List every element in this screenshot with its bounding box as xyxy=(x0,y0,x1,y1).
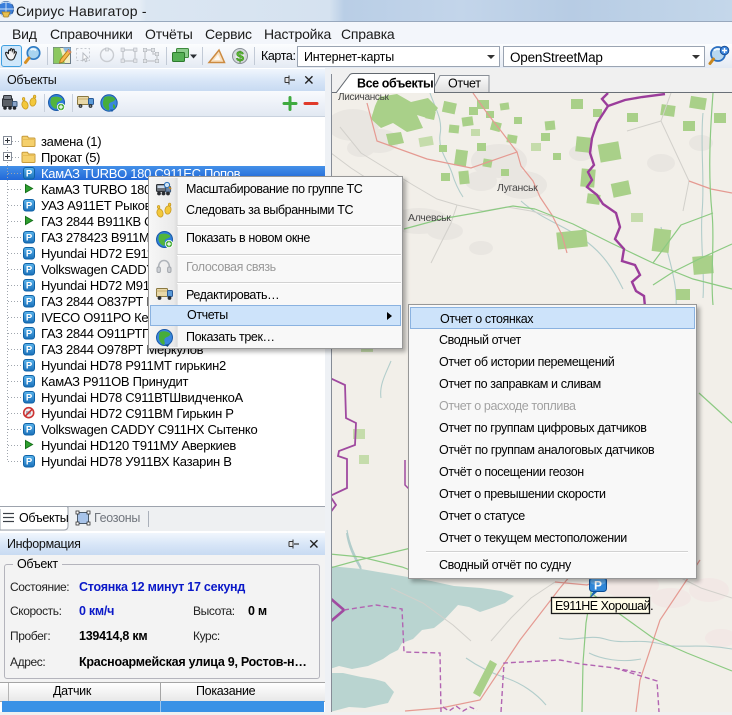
svg-text:Все объекты: Все объекты xyxy=(357,77,433,91)
svg-text:Алчевськ: Алчевськ xyxy=(408,212,451,224)
svg-text:Луганськ: Луганськ xyxy=(497,182,538,194)
svg-text:Лисичанськ: Лисичанськ xyxy=(338,93,390,103)
svg-text:$: $ xyxy=(236,48,244,64)
svg-text:Геозоны: Геозоны xyxy=(94,511,140,525)
svg-text:Е911НЕ Хорошай.: Е911НЕ Хорошай. xyxy=(555,599,653,613)
svg-text:P: P xyxy=(594,579,602,593)
svg-text:Объекты: Объекты xyxy=(19,511,69,525)
svg-text:Отчет: Отчет xyxy=(448,77,481,91)
